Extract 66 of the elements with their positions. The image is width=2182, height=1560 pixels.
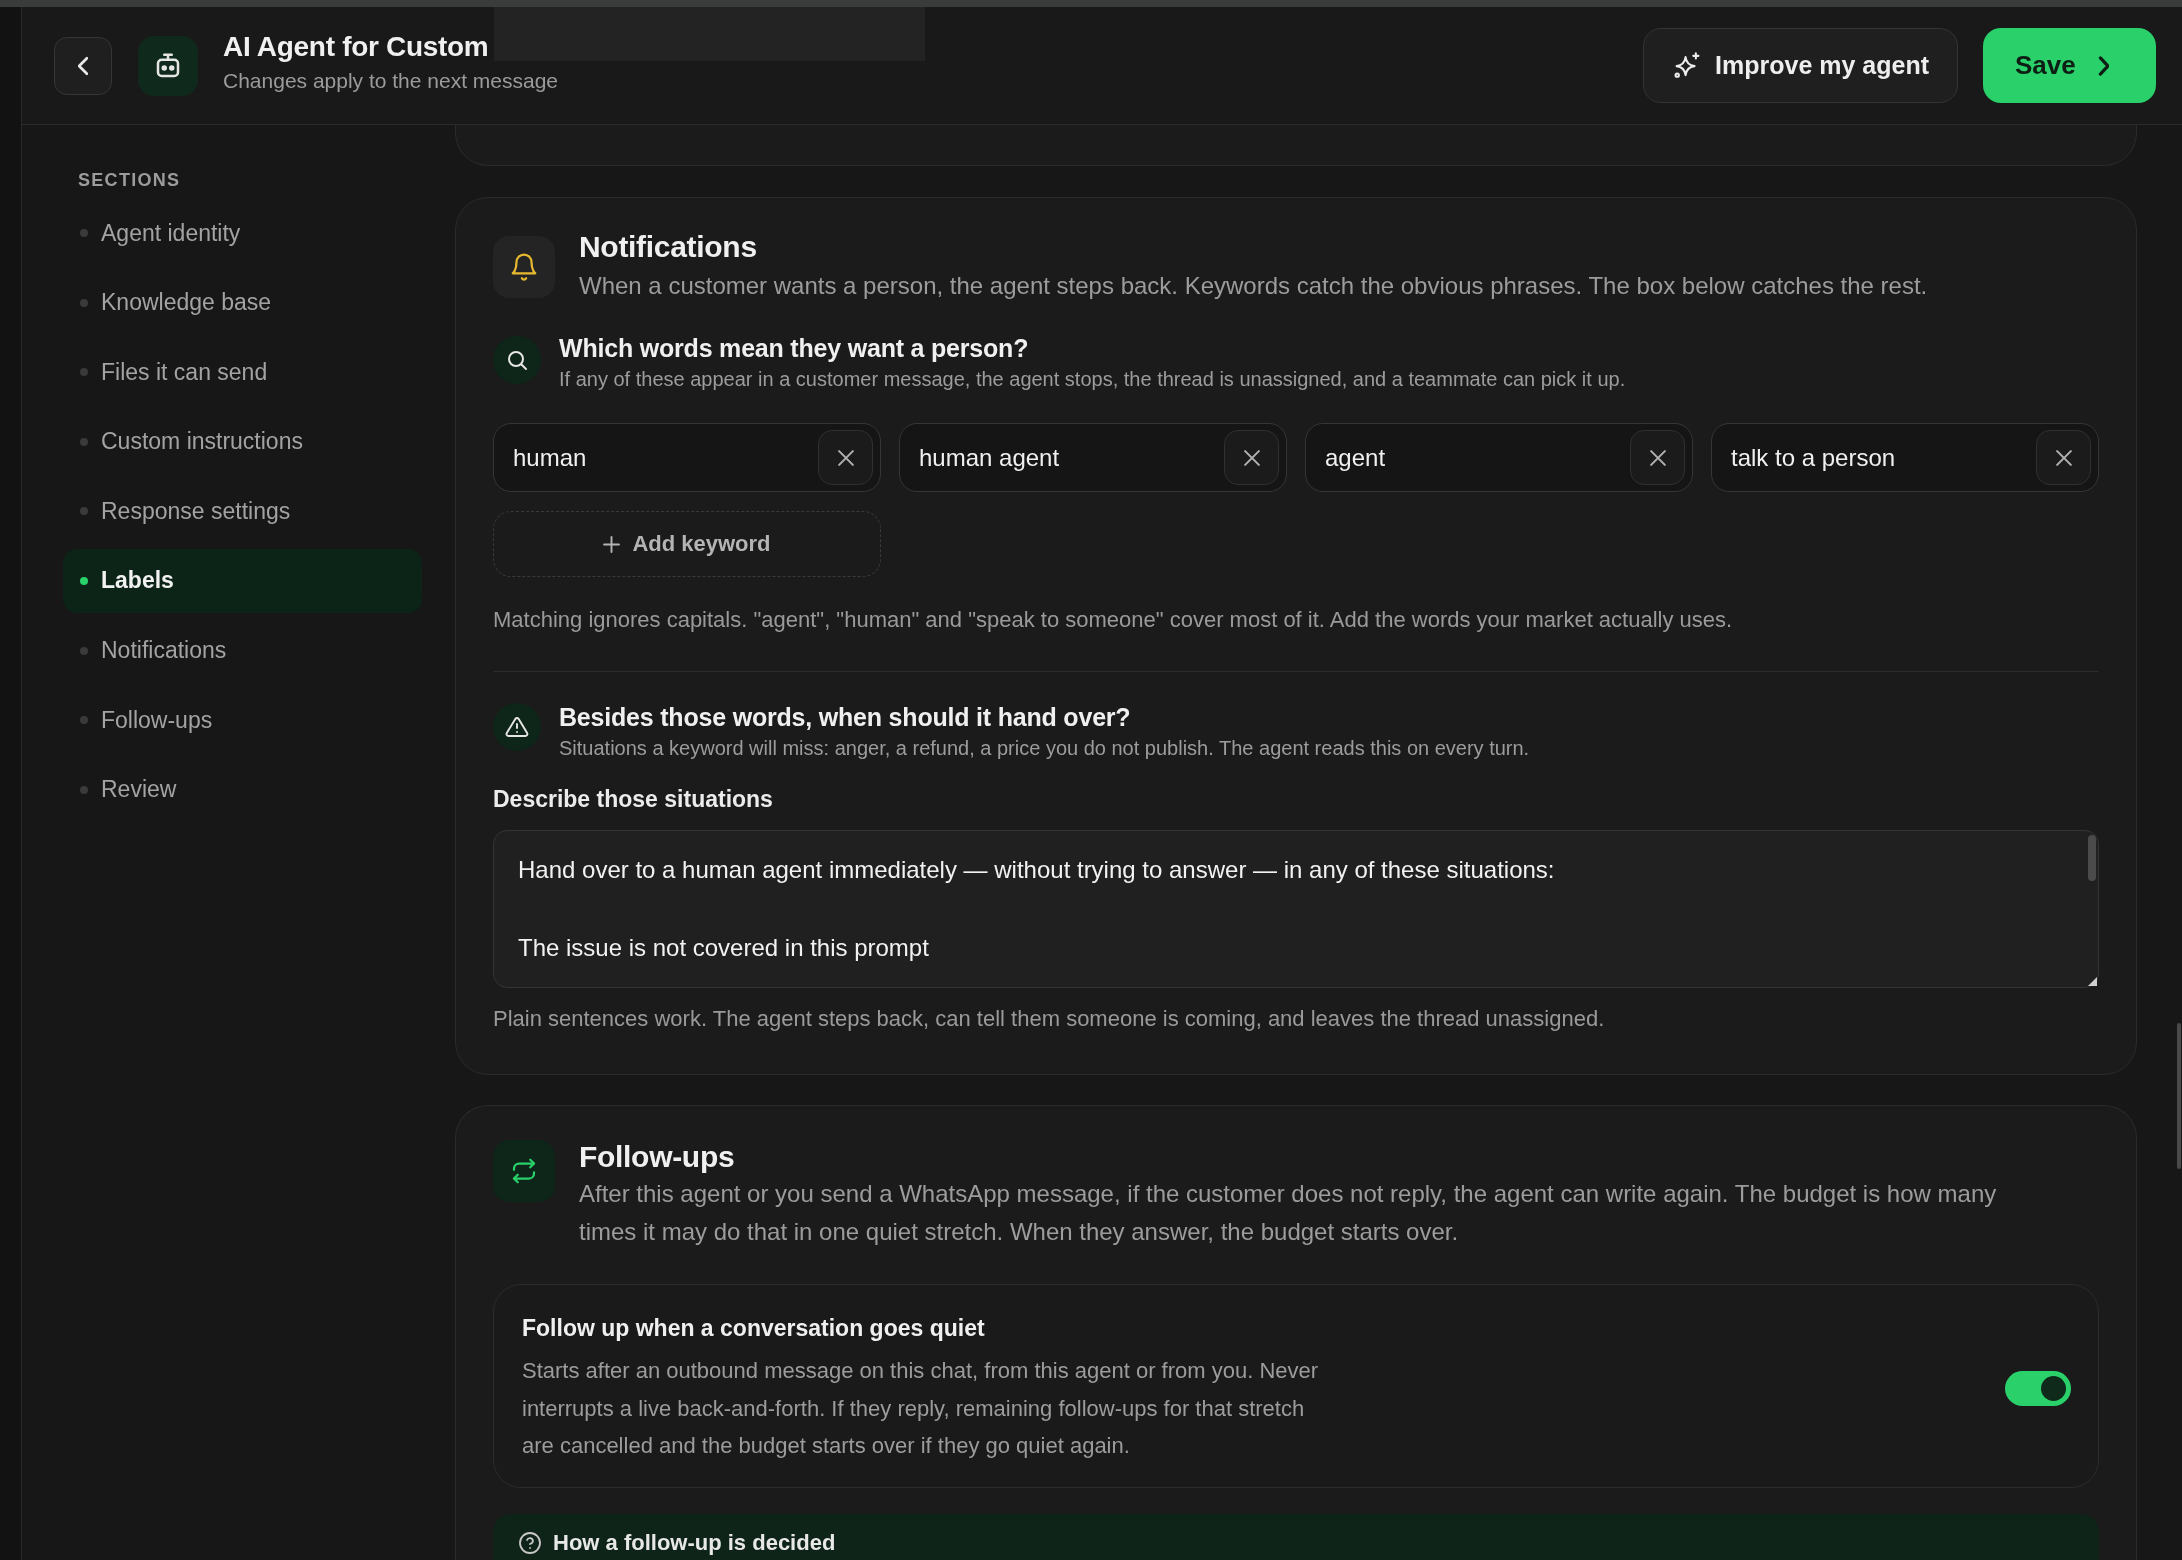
section-title: Follow-ups	[579, 1139, 736, 1175]
field-label: Describe those situations	[493, 785, 774, 813]
close-icon	[837, 449, 854, 466]
save-button[interactable]: Save	[1983, 28, 2156, 103]
keyword-text: talk to a person	[1731, 443, 1897, 472]
help-icon	[519, 1531, 541, 1554]
sidebar-item[interactable]: Notifications	[63, 618, 422, 683]
keyword-text: human	[513, 443, 588, 472]
search-icon	[493, 336, 541, 384]
improve-agent-button[interactable]: Improve my agent	[1643, 28, 1958, 103]
section-title: Notifications	[579, 229, 758, 265]
sidebar-item[interactable]: Follow-ups	[63, 688, 422, 753]
dot-icon	[80, 785, 88, 794]
page-title: AI Agent for Custom	[223, 30, 490, 64]
setting-description: Starts after an outbound message on this chat, from this agent or from you. Never interrupts a live back-and-forth. If they reply, remaining follow-ups for that stretch are cancelled and the budget starts over if they go quiet again.	[522, 1357, 1320, 1460]
dot-icon	[80, 716, 88, 725]
question-description: Situations a keyword will miss: anger, a refund, a price you do not publish. The agent reads this on every turn.	[559, 736, 1530, 761]
dot-icon	[80, 437, 88, 446]
dot-icon	[80, 229, 88, 237]
warning-icon	[493, 703, 541, 751]
dot-icon	[80, 298, 88, 307]
sidebar-item[interactable]: Labels	[63, 548, 422, 613]
chevron-right-icon	[2097, 55, 2109, 76]
keyword-hint: Matching ignores capitals. "agent", "human" and "speak to someone" cover most of it. Add the words your market actually uses.	[493, 606, 1734, 634]
remove-keyword-button[interactable]	[1224, 430, 1279, 485]
remove-keyword-button[interactable]	[2036, 430, 2091, 485]
scrollbar-thumb[interactable]	[2177, 1023, 2181, 1169]
dot-icon	[80, 507, 88, 516]
remove-keyword-button[interactable]	[818, 430, 873, 485]
situations-field[interactable]: Hand over to a human agent immediately — without trying to answer — in any of these situations: The issue is not covered in this prompt	[493, 830, 2099, 988]
sidebar-item[interactable]: Agent identity	[63, 201, 422, 265]
section-description: After this agent or you send a WhatsApp message, if the customer does not reply, the agent can write again. The budget is how many times it may do that in one quiet stretch. When they answer, the budget starts over.	[579, 1179, 1998, 1247]
sidebar-heading: SECTIONS	[77, 169, 182, 191]
dot-icon	[80, 576, 88, 585]
keyword-text: agent	[1325, 443, 1387, 472]
follow-up-toggle[interactable]	[2005, 1371, 2071, 1407]
close-icon	[1649, 449, 1666, 466]
close-icon	[2055, 449, 2072, 466]
sidebar-item[interactable]: Knowledge base	[63, 270, 422, 335]
scrollbar-thumb[interactable]	[2088, 835, 2096, 881]
sidebar-item[interactable]: Review	[63, 757, 422, 822]
keyword-text: human agent	[919, 443, 1061, 472]
dot-icon	[80, 368, 88, 377]
info-panel-title: How a follow-up is decided	[553, 1529, 836, 1556]
plus-icon	[603, 535, 621, 553]
sparkle-icon	[1674, 52, 1702, 79]
setting-title: Follow up when a conversation goes quiet	[522, 1314, 986, 1343]
close-icon	[1243, 449, 1260, 466]
bell-icon	[493, 236, 555, 298]
question-title: Which words mean they want a person?	[559, 333, 1030, 363]
question-title: Besides those words, when should it hand over?	[559, 702, 1132, 732]
remove-keyword-button[interactable]	[1630, 430, 1685, 485]
robot-icon	[138, 35, 198, 96]
back-button[interactable]	[54, 36, 112, 95]
repeat-icon	[493, 1140, 555, 1202]
sidebar-item[interactable]: Custom instructions	[63, 409, 422, 474]
question-description: If any of these appear in a customer message, the agent stops, the thread is unassigned, and a teammate can pick it up.	[559, 367, 1626, 392]
page-subtitle: Changes apply to the next message	[223, 68, 559, 94]
sidebar-item[interactable]: Response settings	[63, 479, 422, 544]
add-keyword-button[interactable]: Add keyword	[493, 511, 881, 577]
section-description: When a customer wants a person, the agent steps back. Keywords catch the obvious phrases. The box below catches the rest.	[579, 271, 1928, 301]
sidebar-item[interactable]: Files it can send	[63, 340, 422, 405]
dot-icon	[80, 646, 88, 655]
field-hint: Plain sentences work. The agent steps back, can tell them someone is coming, and leaves the thread unassigned.	[493, 1005, 1606, 1033]
chevron-left-icon	[78, 55, 88, 76]
resize-handle-icon[interactable]	[2088, 977, 2097, 986]
